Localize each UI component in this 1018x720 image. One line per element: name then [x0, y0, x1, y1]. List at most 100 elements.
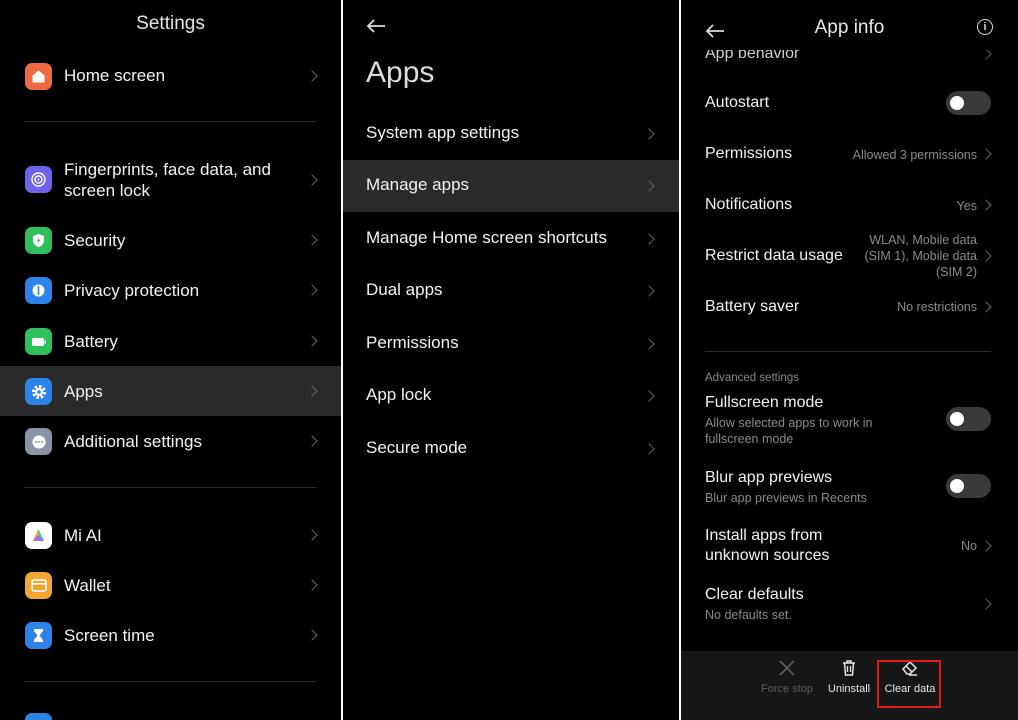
settings-item-label: Additional settings [64, 432, 202, 451]
page-title: Apps [366, 56, 435, 89]
settings-item-screen-time[interactable]: Screen time [0, 610, 341, 660]
uninstall-button[interactable]: Uninstall [817, 659, 881, 695]
apps-item-secure-mode[interactable]: Secure mode [343, 423, 679, 475]
apps-panel: Apps System app settings Manage apps Man… [343, 0, 679, 720]
notifications-label[interactable]: Notifications [705, 195, 792, 215]
settings-title: Settings [136, 13, 205, 34]
chevron-right-icon [306, 629, 318, 641]
chevron-right-icon [306, 174, 318, 186]
privacy-icon [25, 277, 52, 304]
apps-item-label: Manage apps [366, 175, 470, 194]
notifications-value: Yes [956, 199, 977, 213]
chevron-right-icon [306, 234, 318, 246]
settings-item-additional[interactable]: Additional settings [0, 416, 341, 466]
chevron-right-icon [643, 180, 655, 192]
apps-item-app-lock[interactable]: App lock [343, 370, 679, 422]
divider [705, 351, 991, 352]
permissions-label[interactable]: Permissions [705, 144, 792, 164]
chevron-right-icon [306, 579, 318, 591]
chevron-right-icon [980, 250, 992, 262]
settings-item-apps[interactable]: Apps [0, 366, 341, 416]
clear-defaults-sub: No defaults set. [705, 608, 792, 622]
apps-item-label: Permissions [366, 333, 459, 352]
fullscreen-sub-line1: Allow selected apps to work in [705, 416, 873, 430]
settings-item-privacy[interactable]: Privacy protection [0, 265, 341, 315]
chevron-right-icon [306, 284, 318, 296]
apps-item-manage-apps[interactable]: Manage apps [343, 160, 679, 212]
fullscreen-label: Fullscreen mode [705, 394, 824, 411]
wallet-icon [25, 572, 52, 599]
shield-icon [25, 227, 52, 254]
restrict-data-value-line1: WLAN, Mobile data [869, 233, 977, 247]
install-unknown-label-line1[interactable]: Install apps from [705, 526, 822, 546]
chevron-right-icon [306, 435, 318, 447]
advanced-settings-heading: Advanced settings [705, 372, 799, 384]
install-unknown-label-line2[interactable]: unknown sources [705, 546, 830, 566]
settings-item-mi-ai[interactable]: Mi AI [0, 510, 341, 560]
partial-item-icon [25, 713, 52, 720]
chevron-right-icon [306, 335, 318, 347]
chevron-right-icon [980, 301, 992, 313]
chevron-right-icon [643, 338, 655, 350]
settings-item-label: Battery [64, 332, 118, 351]
fullscreen-sub-line2: fullscreen mode [705, 432, 794, 446]
home-icon [25, 63, 52, 90]
uninstall-label: Uninstall [827, 683, 871, 695]
divider [24, 681, 317, 682]
settings-item-label: Home screen [64, 66, 166, 85]
chevron-right-icon [306, 70, 318, 82]
settings-item-label: Screen time [64, 626, 155, 645]
settings-item-label: Apps [64, 382, 103, 401]
info-icon[interactable]: i [977, 19, 993, 35]
settings-panel: Settings Home screen Fingerprints, face … [0, 0, 341, 720]
restrict-data-label[interactable]: Restrict data usage [705, 246, 843, 266]
apps-item-label: Secure mode [366, 438, 468, 457]
settings-item-security[interactable]: Security [0, 215, 341, 265]
trash-icon [817, 659, 881, 683]
fullscreen-toggle[interactable] [946, 407, 991, 431]
apps-item-label: Dual apps [366, 280, 443, 299]
chevron-right-icon [306, 529, 318, 541]
chevron-right-icon [980, 199, 992, 211]
apps-item-system-app-settings[interactable]: System app settings [343, 108, 679, 160]
gear-icon [25, 378, 52, 405]
autostart-label: Autostart [705, 94, 770, 111]
chevron-right-icon [306, 385, 318, 397]
battery-saver-value: No restrictions [897, 300, 977, 314]
chevron-right-icon [980, 598, 992, 610]
apps-item-dual-apps[interactable]: Dual apps [343, 265, 679, 317]
apps-item-label: App lock [366, 385, 432, 404]
restrict-data-value-line3: (SIM 2) [936, 265, 977, 279]
apps-item-manage-home-shortcuts[interactable]: Manage Home screen shortcuts [343, 213, 679, 265]
settings-item-label: Mi AI [64, 526, 102, 545]
divider [24, 121, 317, 122]
apps-item-label: System app settings [366, 123, 520, 142]
page-title: App info [814, 17, 885, 38]
clear-data-highlight-box [877, 660, 941, 708]
back-arrow-icon[interactable] [366, 14, 386, 40]
mi-ai-icon [25, 522, 52, 549]
blur-previews-toggle[interactable] [946, 474, 991, 498]
settings-item-label: Wallet [64, 576, 111, 595]
settings-item-fingerprints[interactable]: Fingerprints, face data, and screen lock [0, 153, 341, 209]
apps-item-permissions[interactable]: Permissions [343, 318, 679, 370]
chevron-right-icon [643, 443, 655, 455]
settings-item-battery[interactable]: Battery [0, 316, 341, 366]
chevron-right-icon [643, 285, 655, 297]
force-stop-button[interactable]: Force stop [755, 659, 819, 695]
apps-item-label: Manage Home screen shortcuts [366, 228, 607, 247]
chevron-right-icon [980, 148, 992, 160]
settings-item-wallet[interactable]: Wallet [0, 560, 341, 610]
autostart-toggle[interactable] [946, 91, 991, 115]
chevron-right-icon [980, 48, 992, 60]
blur-previews-sub: Blur app previews in Recents [705, 491, 867, 505]
chevron-right-icon [643, 128, 655, 140]
clear-defaults-label[interactable]: Clear defaults [705, 585, 804, 605]
install-unknown-value: No [961, 539, 977, 553]
close-icon [755, 659, 819, 683]
divider [24, 487, 317, 488]
settings-item-label: Security [64, 231, 126, 250]
more-icon [25, 428, 52, 455]
settings-item-home-screen[interactable]: Home screen [0, 51, 341, 101]
battery-saver-label[interactable]: Battery saver [705, 297, 799, 317]
